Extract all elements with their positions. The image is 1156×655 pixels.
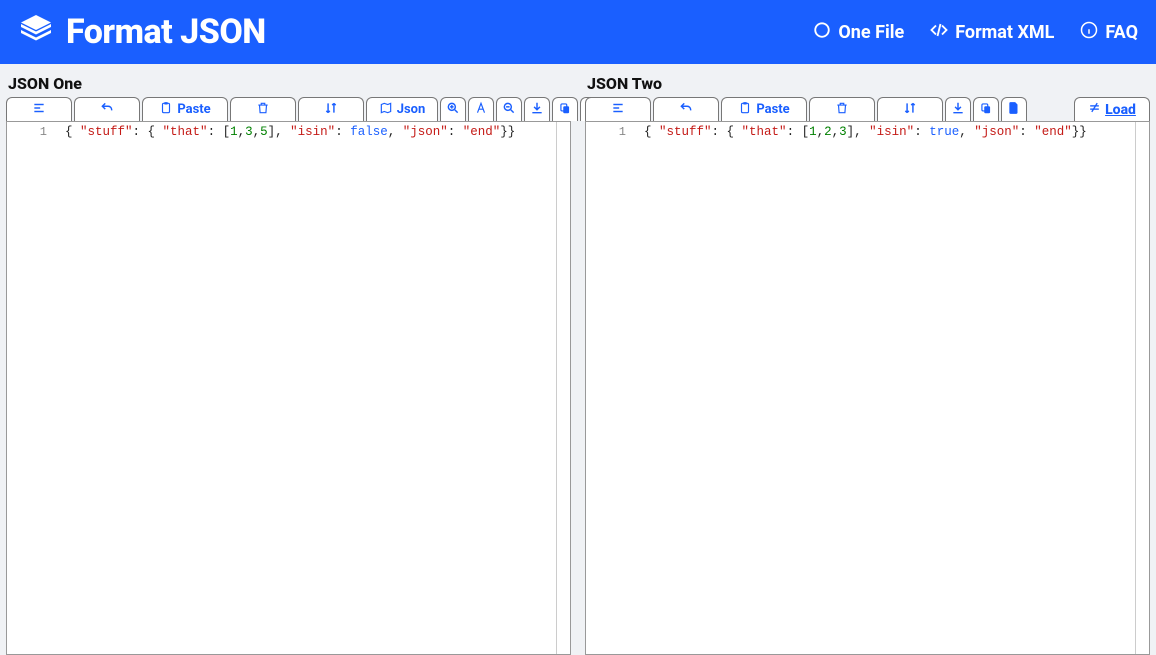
- sort-icon: [903, 101, 917, 119]
- pane-one-toolbar: Paste Json: [6, 97, 571, 121]
- load-label: Load: [1105, 102, 1136, 118]
- sort-button[interactable]: [877, 97, 943, 121]
- gutter-one: 1: [7, 122, 55, 654]
- sort-button[interactable]: [298, 97, 364, 121]
- info-icon: [1080, 21, 1098, 44]
- clipboard-icon: [738, 101, 752, 119]
- app-title: Format JSON: [66, 12, 266, 52]
- map-icon: [379, 101, 393, 119]
- format-button[interactable]: [6, 97, 72, 121]
- code-two[interactable]: { "stuff": { "that": [1,2,3], "isin": tr…: [634, 122, 1135, 654]
- font-icon: [474, 101, 488, 119]
- nav-one-file-label: One File: [838, 22, 904, 43]
- download-button[interactable]: [945, 97, 971, 121]
- scrollbar-one[interactable]: [556, 122, 570, 654]
- paste-button[interactable]: Paste: [142, 97, 228, 121]
- sort-icon: [324, 101, 338, 119]
- pane-json-one: JSON One Paste Json 1 { "stuff": { "that…: [6, 72, 571, 655]
- zoom-in-button[interactable]: [440, 97, 466, 121]
- code-icon: [930, 21, 948, 44]
- pane-two-toolbar: Paste Load: [585, 97, 1150, 121]
- align-icon: [611, 101, 625, 119]
- trash-icon: [256, 101, 270, 119]
- copy-icon: [558, 101, 572, 119]
- clipboard-icon: [159, 101, 173, 119]
- pane-two-title: JSON Two: [587, 74, 1150, 93]
- undo-button[interactable]: [74, 97, 140, 121]
- nav-one-file[interactable]: One File: [813, 21, 904, 44]
- zoom-in-icon: [446, 101, 460, 119]
- logo-area: Format JSON: [18, 12, 266, 52]
- paste-label: Paste: [756, 102, 789, 117]
- nav-format-xml-label: Format XML: [955, 22, 1054, 43]
- header-nav: One File Format XML FAQ: [813, 21, 1138, 44]
- pane-one-title: JSON One: [8, 74, 571, 93]
- code-one[interactable]: { "stuff": { "that": [1,3,5], "isin": fa…: [55, 122, 556, 654]
- zoom-out-button[interactable]: [496, 97, 522, 121]
- font-button[interactable]: [468, 97, 494, 121]
- app-header: Format JSON One File Format XML FAQ: [0, 0, 1156, 64]
- json-button[interactable]: Json: [366, 97, 438, 121]
- pane-json-two: JSON Two Paste Load 1 { "stuff": { "that…: [585, 72, 1150, 655]
- layers-icon: [18, 12, 54, 52]
- zoom-out-icon: [502, 101, 516, 119]
- main-area: JSON One Paste Json 1 { "stuff": { "that…: [0, 64, 1156, 655]
- nav-faq-label: FAQ: [1105, 22, 1138, 43]
- line-number: 1: [7, 125, 47, 139]
- scrollbar-two[interactable]: [1135, 122, 1149, 654]
- editor-one[interactable]: 1 { "stuff": { "that": [1,3,5], "isin": …: [6, 121, 571, 655]
- undo-button[interactable]: [653, 97, 719, 121]
- copy-button[interactable]: [973, 97, 999, 121]
- json-label: Json: [397, 102, 426, 117]
- delete-button[interactable]: [230, 97, 296, 121]
- gutter-two: 1: [586, 122, 634, 654]
- delete-button[interactable]: [809, 97, 875, 121]
- undo-icon: [100, 101, 114, 119]
- paste-button[interactable]: Paste: [721, 97, 807, 121]
- download-icon: [530, 101, 544, 119]
- editor-two[interactable]: 1 { "stuff": { "that": [1,2,3], "isin": …: [585, 121, 1150, 655]
- trash-icon: [835, 101, 849, 119]
- copy-button[interactable]: [552, 97, 578, 121]
- align-icon: [32, 101, 46, 119]
- download-icon: [951, 101, 965, 119]
- undo-icon: [679, 101, 693, 119]
- copy-icon: [979, 101, 993, 119]
- file-icon: [1007, 101, 1021, 119]
- circle-icon: [813, 21, 831, 44]
- nav-faq[interactable]: FAQ: [1080, 21, 1138, 44]
- paste-label: Paste: [177, 102, 210, 117]
- load-button[interactable]: Load: [1074, 97, 1150, 121]
- format-button[interactable]: [585, 97, 651, 121]
- nav-format-xml[interactable]: Format XML: [930, 21, 1054, 44]
- not-equal-icon: [1088, 101, 1101, 118]
- line-number: 1: [586, 125, 626, 139]
- download-button[interactable]: [524, 97, 550, 121]
- file-button[interactable]: [1001, 97, 1027, 121]
